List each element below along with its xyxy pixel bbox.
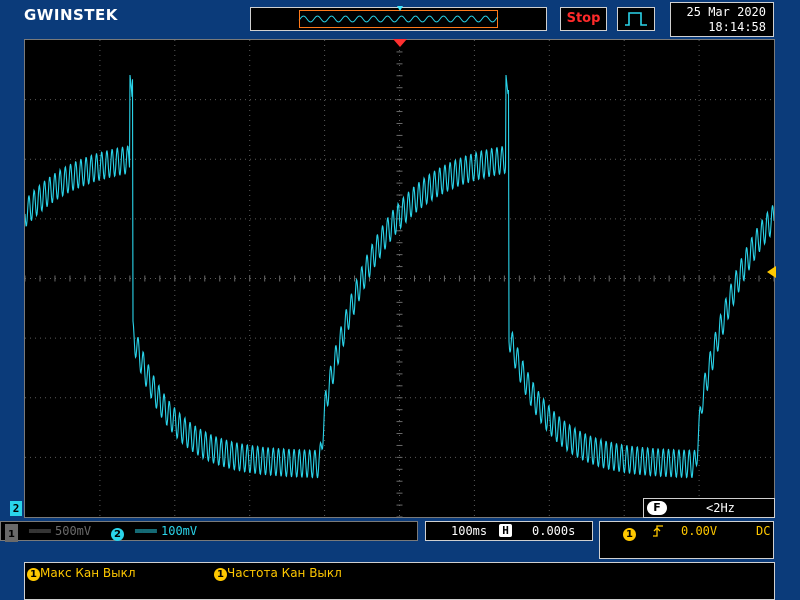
ch1-indicator[interactable]: 1 — [5, 524, 18, 542]
trigger-position-marker[interactable] — [393, 39, 407, 47]
waveform-canvas — [25, 40, 774, 517]
measurement-item[interactable]: 1 Частота Кан Выкл — [214, 566, 342, 581]
run-stop-button[interactable]: Stop — [560, 7, 607, 31]
date-text: 25 Mar 2020 — [686, 5, 766, 19]
ch2-indicator[interactable]: 2 — [111, 524, 124, 542]
ch1-badge: 1 — [5, 528, 18, 541]
measurement-channel-badge: 1 — [27, 568, 40, 581]
rising-edge-icon — [652, 523, 664, 544]
channel-status-bar: 1 ═══ 500mV 2 ═══ 100mV — [0, 521, 418, 542]
trigger-status-bar[interactable]: 1 0.00V DC — [599, 521, 774, 559]
brand-logo: GWINSTEK — [24, 6, 118, 24]
measurement-item[interactable]: 1 Макс Кан Выкл — [27, 566, 136, 581]
filter-indicator[interactable]: F <2Hz — [643, 498, 775, 518]
horizontal-position[interactable]: 0.000s — [532, 522, 575, 540]
edge-pulse-icon — [625, 12, 647, 26]
overview-trigger-marker — [397, 6, 403, 11]
waveform-display[interactable] — [24, 39, 775, 518]
trigger-source-badge: 1 — [623, 528, 636, 541]
memory-overview-bar[interactable] — [250, 6, 547, 31]
trigger-source-indicator: 1 — [623, 524, 636, 542]
ch2-coupling-icon: ═══ — [135, 524, 157, 538]
ch1-coupling-icon: ═══ — [29, 524, 51, 538]
timebase-scale[interactable]: 100ms — [451, 522, 487, 540]
timebase-bar[interactable]: 100ms H 0.000s — [425, 521, 593, 541]
trigger-level-marker[interactable] — [767, 266, 776, 278]
measurement-label: Частота Кан Выкл — [227, 566, 342, 580]
overview-view-window[interactable] — [299, 10, 498, 28]
measurement-channel-badge: 1 — [214, 568, 227, 581]
trigger-type-button[interactable] — [617, 7, 655, 31]
filter-text: <2Hz — [706, 501, 735, 515]
horizontal-position-icon: H — [499, 524, 512, 537]
measurement-bar: 1 Макс Кан Выкл 1 Частота Кан Выкл — [24, 562, 775, 600]
ch2-scale[interactable]: 100mV — [161, 522, 197, 540]
trigger-level[interactable]: 0.00V — [681, 522, 717, 540]
measurement-label: Макс Кан Выкл — [40, 566, 136, 580]
ch1-scale[interactable]: 500mV — [55, 522, 91, 540]
ch2-badge: 2 — [111, 528, 124, 541]
graticule — [25, 40, 774, 517]
ch2-ground-marker[interactable]: 2 — [10, 501, 22, 516]
trigger-coupling[interactable]: DC — [756, 522, 770, 540]
filter-icon: F — [647, 501, 667, 515]
date-time-display: 25 Mar 2020 18:14:58 — [670, 2, 774, 37]
time-text: 18:14:58 — [708, 20, 766, 34]
